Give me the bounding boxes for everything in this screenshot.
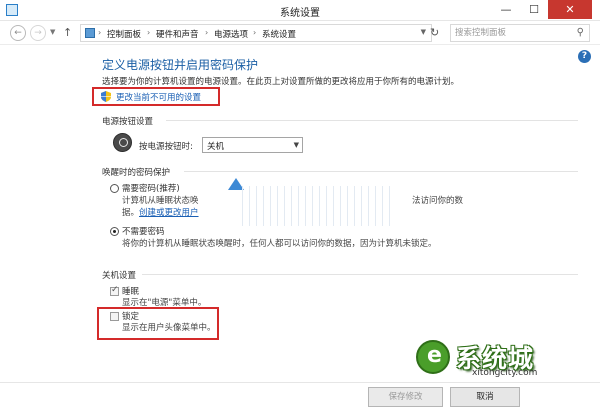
divider [142, 274, 578, 275]
power-icon [113, 133, 132, 152]
maximize-button[interactable]: ☐ [520, 0, 548, 19]
up-arrow-icon[interactable]: ↑ [63, 26, 72, 39]
create-change-password-link[interactable]: 创建或更改用户 [139, 208, 199, 218]
logo-subtext: xitongcity.com [472, 368, 538, 378]
change-settings-highlight: 更改当前不可用的设置 [92, 87, 220, 106]
breadcrumb-item[interactable]: 电源选项 [214, 28, 248, 40]
power-button-settings-heading: 电源按钮设置 [102, 117, 154, 127]
breadcrumb-separator: › [205, 28, 209, 37]
breadcrumb-separator: › [147, 28, 151, 37]
breadcrumb-separator: › [98, 28, 102, 37]
site-logo: 系统城 xitongcity.com [412, 336, 590, 382]
uac-shield-icon [101, 91, 111, 102]
power-button-action-select[interactable]: 关机 ▼ [202, 137, 303, 153]
breadcrumb-item[interactable]: 控制面板 [107, 28, 141, 40]
logo-emblem-icon [416, 340, 450, 374]
sleep-checkbox[interactable] [110, 285, 119, 296]
require-password-label: 需要密码(推荐) [122, 184, 180, 194]
wake-password-heading: 唤醒时的密码保护 [102, 168, 171, 178]
search-input[interactable] [455, 27, 570, 39]
lock-label: 锁定 [122, 312, 140, 322]
breadcrumb-item[interactable]: 系统设置 [262, 28, 296, 40]
no-password-description: 将你的计算机从睡眠状态唤醒时，任何人都可以访问你的数据，因为计算机未锁定。 [122, 239, 437, 249]
recent-locations-chevron-icon[interactable]: ▼ [50, 28, 55, 36]
page-description: 选择要为你的计算机设置的电源设置。在此页上对设置所做的更改将应用于你所有的电源计… [102, 77, 460, 87]
no-password-label: 不需要密码 [122, 227, 165, 237]
search-box[interactable]: ⚲ [450, 24, 590, 42]
chevron-down-icon: ▼ [293, 141, 299, 149]
search-icon[interactable]: ⚲ [577, 27, 584, 38]
select-value: 关机 [207, 142, 225, 152]
watermark-overlay [200, 178, 400, 234]
address-bar: ← → ▼ ↑ › 控制面板 › 硬件和声音 › 电源选项 › 系统设置 ▼ ↻… [0, 21, 600, 45]
address-dropdown-chevron-icon[interactable]: ▼ [421, 28, 426, 36]
power-button-label: 按电源按钮时: [139, 142, 193, 152]
help-icon[interactable]: ? [578, 50, 591, 63]
minimize-button[interactable]: — [492, 0, 520, 19]
divider [184, 171, 578, 172]
breadcrumb-separator: › [253, 28, 257, 37]
require-password-desc-prefix: 据。 [122, 208, 140, 218]
refresh-icon[interactable]: ↻ [430, 26, 439, 39]
page-title: 定义电源按钮并启用密码保护 [102, 58, 259, 72]
title-bar: 系统设置 — ☐ ✕ [0, 0, 600, 21]
require-password-radio[interactable] [110, 184, 119, 193]
watermark-pattern [242, 186, 392, 226]
close-button[interactable]: ✕ [548, 0, 592, 19]
shutdown-settings-heading: 关机设置 [102, 271, 137, 281]
save-changes-button[interactable]: 保存修改 [368, 387, 443, 407]
no-password-radio[interactable] [110, 227, 119, 236]
require-password-description-line2: 据。创建或更改用户 [122, 207, 199, 219]
lock-checkbox[interactable] [110, 312, 119, 321]
change-unavailable-settings-link[interactable]: 更改当前不可用的设置 [116, 91, 201, 103]
back-button[interactable]: ← [10, 25, 26, 41]
lock-description: 显示在用户头像菜单中。 [122, 323, 216, 333]
breadcrumb-item[interactable]: 硬件和声音 [156, 28, 199, 40]
sleep-label: 睡眠 [122, 287, 140, 297]
control-panel-icon [85, 28, 95, 38]
divider [166, 120, 578, 121]
cancel-button[interactable]: 取消 [450, 387, 520, 407]
require-password-description: 计算机从睡眠状态唤 [122, 196, 199, 206]
breadcrumb[interactable]: › 控制面板 › 硬件和声音 › 电源选项 › 系统设置 ▼ [80, 24, 432, 42]
forward-button[interactable]: → [30, 25, 46, 41]
require-password-description-tail: 法访问你的数 [412, 196, 464, 206]
footer-divider [0, 382, 600, 383]
